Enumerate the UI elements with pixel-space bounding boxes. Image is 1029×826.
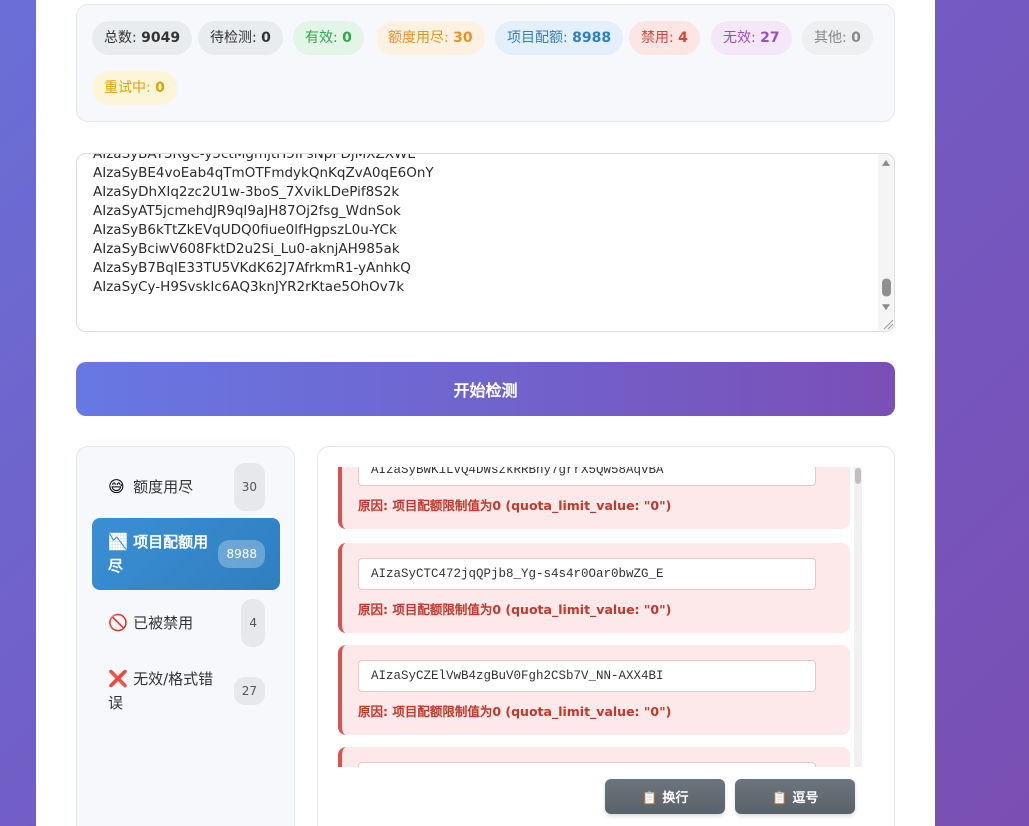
sidebar-item-count: 8988 [218, 540, 265, 568]
stats-panel: 总数: 9049 待检测: 0 有效: 0 额度用尽: 30 项目配额: 8988 禁用:… [76, 4, 895, 122]
results-panel: AIzaSyBwK1LVQ4DWszkRRBhy7grrX5Qw58AqvBA 原… [317, 446, 895, 826]
stat-badge: 额度用尽: 30 [376, 21, 485, 55]
stat-label: 额度用尽: [388, 30, 449, 46]
keys-textarea[interactable]: AIzaSyBAT3RgC-y5ctMgmjtH5IFsNpPDjMXZXWE … [76, 153, 895, 332]
sidebar-item[interactable]: 😅 额度用尽 30 [92, 463, 280, 511]
sidebar-item-label: 额度用尽 [133, 478, 194, 496]
result-reason: 原因: 项目配额限制值为0 (quota_limit_value: "0") [358, 704, 672, 719]
sidebar-item-label: 已被禁用 [133, 614, 194, 632]
sidebar-item[interactable]: 🚫 已被禁用 4 [92, 599, 280, 647]
category-sidebar: 😅 额度用尽 30 📉 项目配额用尽 8988 🚫 已被禁用 4 ❌ 无效/格式错误 27 [76, 446, 295, 826]
sidebar-item[interactable]: 📉 项目配额用尽 8988 [92, 518, 280, 590]
stat-label: 无效: [723, 30, 756, 46]
stat-label: 待检测: [210, 30, 257, 46]
stat-value: 4 [678, 30, 688, 46]
copy-newline-button[interactable]: 📋 换行 [605, 779, 725, 814]
stat-value: 27 [760, 30, 780, 46]
stat-label: 禁用: [641, 30, 674, 46]
stat-value: 9049 [141, 30, 181, 46]
results-scroll-thumb[interactable] [855, 468, 861, 484]
stat-value: 0 [261, 30, 271, 46]
chart-down-icon: 📉 [108, 532, 128, 551]
keys-textarea-content[interactable]: AIzaSyBAT3RgC-y5ctMgmjtH5IFsNpPDjMXZXWE … [93, 154, 873, 297]
main-card: 总数: 9049 待检测: 0 有效: 0 额度用尽: 30 项目配额: 8988 禁用:… [36, 0, 935, 826]
result-item: AIzaSyCTC472jqQPjb8_Yg-s4s4r0Oar0bwZG_E 原… [338, 543, 850, 633]
stat-value: 30 [453, 30, 473, 46]
stat-badge: 总数: 9049 [92, 21, 193, 55]
stat-value: 8988 [572, 30, 612, 46]
stat-label: 重试中: [104, 80, 151, 96]
result-item [338, 747, 850, 767]
sidebar-item[interactable]: ❌ 无效/格式错误 27 [92, 657, 280, 725]
result-key-field[interactable]: AIzaSyCTC472jqQPjb8_Yg-s4s4r0Oar0bwZG_E [358, 558, 816, 590]
sidebar-item-count: 30 [233, 463, 265, 511]
result-key-field[interactable]: AIzaSyCZElVwB4zgBuV0Fgh2CSb7V_NN-AXX4BI [358, 660, 816, 692]
stat-label: 项目配额: [507, 30, 568, 46]
sidebar-item-count: 4 [241, 599, 265, 647]
stat-badge: 重试中: 0 [92, 71, 177, 105]
sidebar-item-count: 27 [233, 677, 265, 705]
result-item: AIzaSyCZElVwB4zgBuV0Fgh2CSb7V_NN-AXX4BI 原… [338, 645, 850, 735]
start-check-button[interactable]: 开始检测 [76, 362, 895, 416]
prohibited-icon: 🚫 [108, 613, 128, 632]
stat-value: 0 [851, 30, 861, 46]
stat-badge: 待检测: 0 [198, 21, 283, 55]
result-reason: 原因: 项目配额限制值为0 (quota_limit_value: "0") [358, 602, 672, 617]
scroll-thumb [882, 278, 891, 297]
sweat-smile-icon: 😅 [108, 477, 125, 496]
stat-label: 总数: [104, 30, 137, 46]
textarea-scrollbar[interactable] [878, 154, 894, 331]
result-key-field[interactable] [358, 762, 816, 767]
results-list[interactable]: AIzaSyBwK1LVQ4DWszkRRBhy7grrX5Qw58AqvBA 原… [338, 467, 854, 767]
stat-badge: 有效: 0 [293, 21, 364, 55]
stat-value: 0 [155, 80, 165, 96]
results-scrollbar[interactable] [854, 467, 862, 767]
copy-comma-button[interactable]: 📋 逗号 [735, 779, 855, 814]
stat-label: 有效: [305, 30, 338, 46]
result-reason: 原因: 项目配额限制值为0 (quota_limit_value: "0") [358, 498, 672, 513]
stat-badge: 禁用: 4 [629, 21, 700, 55]
cross-mark-icon: ❌ [108, 669, 128, 688]
stat-badge: 项目配额: 8988 [495, 21, 624, 55]
result-item: AIzaSyBwK1LVQ4DWszkRRBhy7grrX5Qw58AqvBA 原… [338, 467, 850, 529]
result-key-field[interactable]: AIzaSyBwK1LVQ4DWszkRRBhy7grrX5Qw58AqvBA [358, 467, 816, 486]
stat-value: 0 [342, 30, 352, 46]
stat-badge: 无效: 27 [711, 21, 792, 55]
stat-label: 其他: [814, 30, 847, 46]
stat-badge: 其他: 0 [802, 21, 873, 55]
